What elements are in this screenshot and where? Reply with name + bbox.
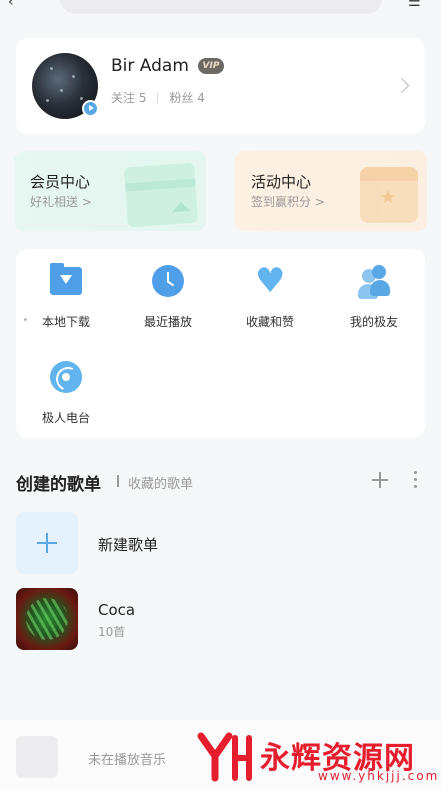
grid-item-favorites[interactable]: ♥ 收藏和赞 bbox=[230, 263, 310, 330]
playlist-cover[interactable] bbox=[16, 588, 78, 650]
playlist-track-count: 10首 bbox=[98, 625, 126, 639]
back-icon[interactable]: ‹ bbox=[8, 0, 14, 10]
activity-center-subtitle: 签到赢积分 > bbox=[251, 195, 325, 209]
profile-stats: 关注 5 粉丝 4 bbox=[111, 89, 205, 106]
grid-item-label: 极人电台 bbox=[41, 411, 90, 425]
clock-icon bbox=[150, 263, 186, 299]
player-status: 未在播放音乐 bbox=[88, 753, 167, 768]
tab-created-playlists[interactable]: 创建的歌单 bbox=[16, 470, 101, 495]
stray-dot bbox=[24, 318, 27, 321]
grid-item-label: 收藏和赞 bbox=[245, 315, 294, 329]
username: Bir Adam bbox=[111, 56, 189, 76]
grid-item-label: 本地下载 bbox=[41, 315, 90, 329]
grid-item-recent-play[interactable]: 最近播放 bbox=[128, 263, 208, 330]
member-center-subtitle: 好礼相送 > bbox=[30, 195, 92, 209]
settings-icon[interactable]: ☰ bbox=[408, 0, 421, 10]
play-badge-icon bbox=[82, 100, 99, 117]
top-bar: ‹ ☰ bbox=[0, 0, 441, 20]
calendar-icon: ★ bbox=[360, 167, 418, 223]
add-playlist-icon[interactable] bbox=[371, 471, 389, 489]
watermark-url: www.yhkjjj.com bbox=[318, 769, 440, 783]
grid-item-local-download[interactable]: 本地下载 bbox=[26, 263, 106, 330]
followers-count[interactable]: 粉丝 4 bbox=[169, 89, 204, 106]
playlist-title[interactable]: Coca bbox=[98, 601, 135, 619]
grid-item-friends[interactable]: 我的极友 bbox=[334, 263, 414, 330]
tab-divider bbox=[117, 475, 119, 487]
grid-item-label: 我的极友 bbox=[349, 315, 398, 329]
radio-icon bbox=[48, 359, 84, 395]
member-center-title: 会员中心 bbox=[30, 173, 91, 191]
member-center-card[interactable]: 会员中心 好礼相送 > bbox=[14, 151, 206, 231]
stats-divider bbox=[157, 92, 159, 103]
friends-icon bbox=[356, 263, 392, 299]
player-cover[interactable] bbox=[16, 736, 58, 778]
following-count[interactable]: 关注 5 bbox=[111, 89, 146, 106]
grid-item-label: 最近播放 bbox=[143, 315, 192, 329]
activity-center-card[interactable]: ★ 活动中心 签到赢积分 > bbox=[235, 151, 427, 231]
download-folder-icon bbox=[48, 263, 84, 299]
tab-collected-playlists[interactable]: 收藏的歌单 bbox=[128, 473, 193, 492]
member-card-icon bbox=[123, 162, 199, 228]
grid-item-radio[interactable]: 极人电台 bbox=[26, 359, 106, 426]
star-icon: ★ bbox=[380, 187, 397, 208]
crown-icon bbox=[171, 201, 191, 213]
watermark-logo-icon bbox=[197, 732, 252, 782]
more-options-icon[interactable] bbox=[412, 471, 418, 489]
new-playlist-button[interactable] bbox=[16, 512, 78, 574]
activity-center-title: 活动中心 bbox=[251, 173, 312, 191]
profile-card[interactable]: Bir Adam VIP 关注 5 粉丝 4 bbox=[16, 38, 425, 134]
vip-badge[interactable]: VIP bbox=[198, 58, 224, 74]
new-playlist-label[interactable]: 新建歌单 bbox=[98, 534, 158, 555]
search-input[interactable] bbox=[60, 0, 382, 14]
shortcut-grid: 本地下载 最近播放 ♥ 收藏和赞 我的极友 极人电台 bbox=[16, 249, 425, 438]
heart-icon: ♥ bbox=[255, 261, 286, 301]
chevron-right-icon bbox=[393, 77, 410, 94]
